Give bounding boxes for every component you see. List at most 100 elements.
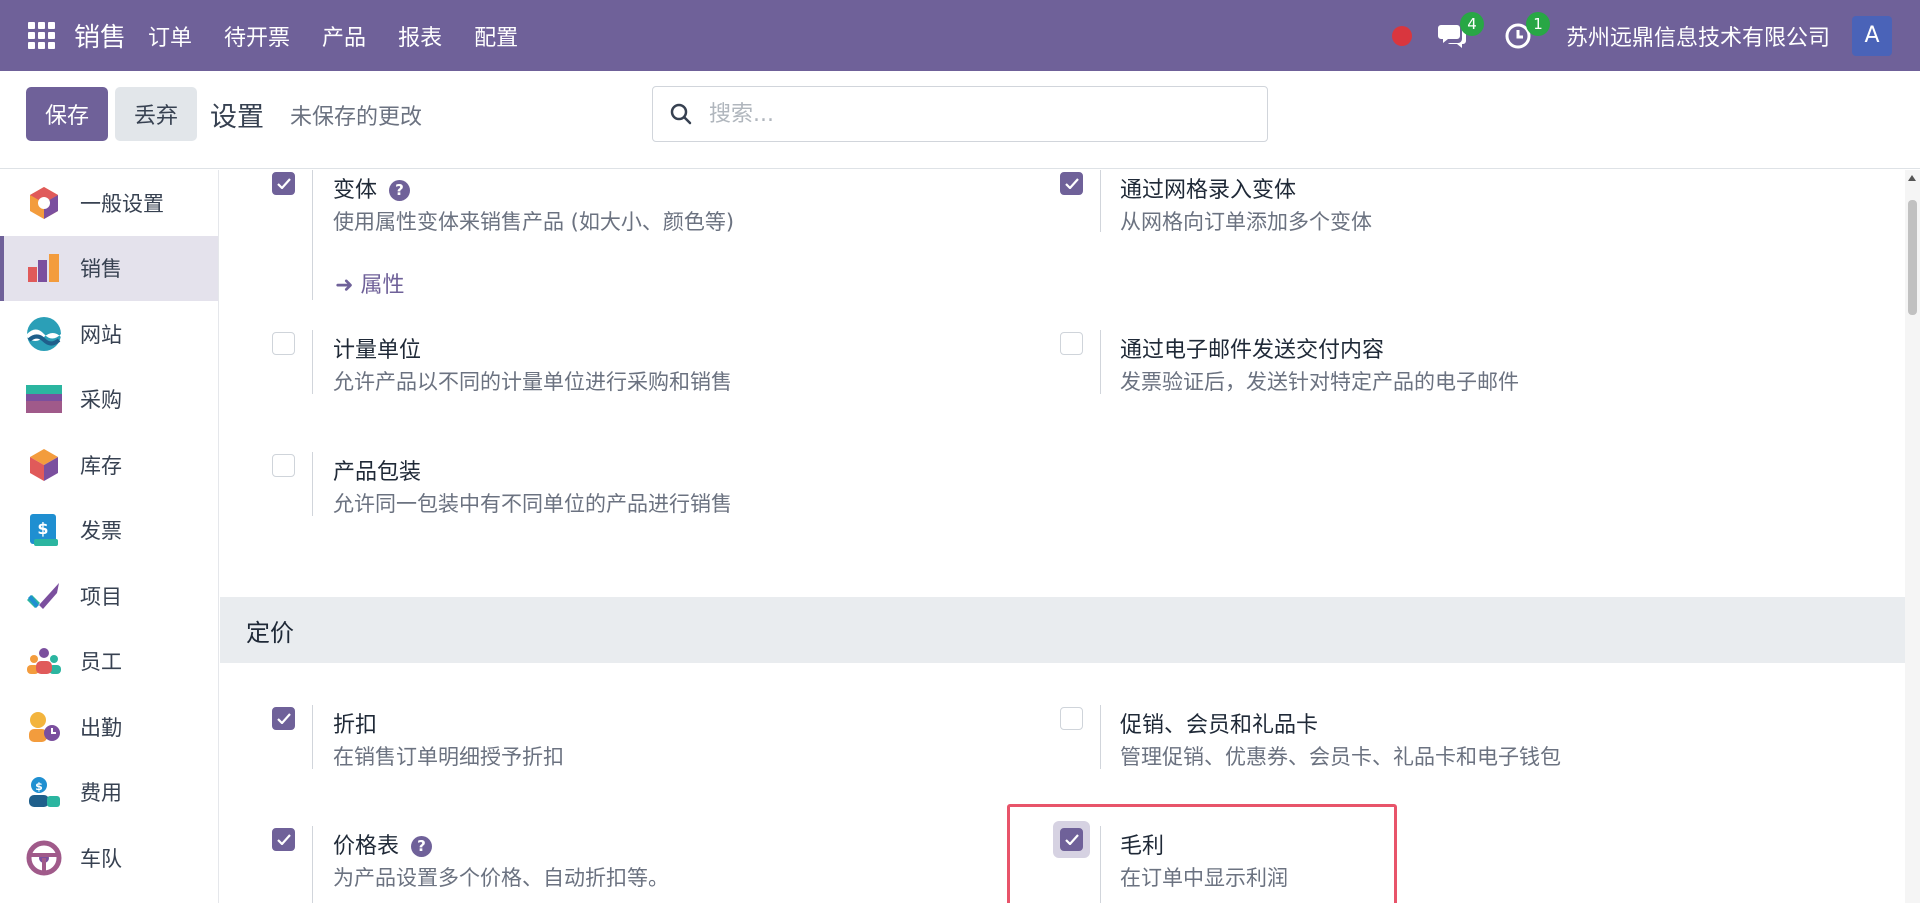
grid-variants-desc: 从网格向订单添加多个变体 — [1120, 210, 1372, 234]
search-icon — [670, 103, 692, 125]
fleet-icon — [26, 840, 62, 876]
sidebar-item-label: 出勤 — [80, 715, 122, 740]
sidebar-item-inventory[interactable]: 库存 — [0, 432, 218, 498]
expenses-icon: $ — [26, 774, 62, 810]
nav-configuration[interactable]: 配置 — [474, 20, 518, 52]
attendance-icon — [26, 709, 62, 745]
scroll-up-arrow-icon[interactable] — [1908, 175, 1916, 181]
packaging-desc: 允许同一包装中有不同单位的产品进行销售 — [333, 492, 732, 516]
variants-desc: 使用属性变体来销售产品 (如大小、颜色等) — [333, 210, 735, 234]
sidebar-item-label: 员工 — [80, 650, 122, 675]
messages-button[interactable]: 4 — [1434, 11, 1484, 54]
nav-products[interactable]: 产品 — [322, 20, 366, 52]
svg-text:$: $ — [35, 780, 43, 793]
uom-checkbox[interactable] — [272, 332, 295, 355]
invoice-icon: $ — [26, 512, 62, 548]
margins-desc: 在订单中显示利润 — [1120, 866, 1288, 890]
setting-divider — [312, 705, 313, 769]
sidebar-item-attendance[interactable]: 出勤 — [0, 694, 218, 760]
setting-divider — [312, 826, 313, 903]
arrow-right-icon: ➜ — [335, 273, 361, 298]
company-switcher[interactable]: 苏州远鼎信息技术有限公司 — [1566, 20, 1830, 52]
activities-button[interactable]: 1 — [1500, 11, 1550, 54]
discounts-checkbox[interactable] — [272, 707, 295, 730]
page-title: 设置 — [210, 102, 264, 133]
sidebar-item-sales[interactable]: 销售 — [0, 235, 218, 301]
unsaved-status: 未保存的更改 — [290, 105, 423, 130]
activities-badge: 1 — [1525, 11, 1550, 36]
sidebar-item-label: 一般设置 — [80, 191, 164, 216]
sales-icon — [26, 250, 62, 286]
help-icon[interactable]: ? — [389, 179, 411, 201]
packaging-title: 产品包装 — [333, 460, 422, 485]
control-panel: 保存 丢弃 设置 未保存的更改 — [0, 71, 1920, 169]
top-navbar: 销售 订单 待开票 产品 报表 配置 4 1 苏州远鼎信息技术有限公司 A — [0, 0, 1920, 71]
inventory-icon — [26, 447, 62, 483]
setting-divider — [1100, 170, 1101, 232]
promotions-desc: 管理促销、优惠券、会员卡、礼品卡和电子钱包 — [1120, 745, 1561, 769]
check-icon — [276, 713, 291, 724]
record-indicator-icon[interactable] — [1391, 25, 1412, 46]
margins-title: 毛利 — [1120, 834, 1165, 859]
sidebar-item-website[interactable]: 网站 — [0, 301, 218, 367]
nav-reporting[interactable]: 报表 — [398, 20, 442, 52]
sidebar-item-expenses[interactable]: $ 费用 — [0, 760, 218, 826]
sidebar-item-label: 发票 — [80, 519, 122, 544]
grid-variants-checkbox[interactable] — [1060, 172, 1083, 195]
search-box[interactable] — [652, 86, 1268, 142]
app-brand[interactable]: 销售 — [74, 17, 126, 54]
sidebar-item-label: 采购 — [80, 388, 122, 413]
nav-orders[interactable]: 订单 — [148, 20, 192, 52]
pricelists-checkbox[interactable] — [272, 828, 295, 851]
setting-divider — [312, 452, 313, 516]
scrollbar-thumb[interactable] — [1908, 200, 1917, 315]
sidebar-item-invoicing[interactable]: $ 发票 — [0, 498, 218, 564]
discounts-title: 折扣 — [333, 713, 378, 738]
website-icon — [26, 316, 62, 352]
app-menu-icon[interactable] — [28, 21, 56, 50]
setting-divider — [1100, 330, 1101, 394]
check-icon — [1064, 834, 1079, 845]
save-button[interactable]: 保存 — [26, 87, 108, 141]
sidebar-item-label: 费用 — [80, 781, 122, 806]
sidebar-item-general-settings[interactable]: 一般设置 — [0, 170, 218, 236]
promotions-title: 促销、会员和礼品卡 — [1120, 713, 1319, 738]
packaging-checkbox[interactable] — [272, 454, 295, 477]
sidebar-item-purchase[interactable]: 采购 — [0, 367, 218, 433]
employees-icon — [26, 643, 62, 679]
setting-divider — [312, 170, 313, 300]
setting-divider — [312, 330, 313, 394]
email-delivery-checkbox[interactable] — [1060, 332, 1083, 355]
sidebar-item-label: 库存 — [80, 453, 122, 478]
uom-title: 计量单位 — [333, 338, 422, 363]
email-delivery-desc: 发票验证后，发送针对特定产品的电子邮件 — [1120, 370, 1519, 394]
promotions-checkbox[interactable] — [1060, 707, 1083, 730]
margins-checkbox[interactable] — [1060, 828, 1083, 851]
check-icon — [276, 178, 291, 189]
uom-desc: 允许产品以不同的计量单位进行采购和销售 — [333, 370, 732, 394]
project-icon — [26, 578, 62, 614]
attributes-link[interactable]: ➜ 属性 — [335, 267, 404, 299]
settings-sidebar: 一般设置 销售 网站 采购 库存 $ 发票 项目 员工 出勤 $ 费用 车队 — [0, 170, 219, 903]
search-input[interactable] — [709, 101, 1229, 127]
sidebar-item-label: 销售 — [80, 257, 122, 282]
user-avatar[interactable]: A — [1852, 15, 1892, 56]
pricing-section-header: 定价 — [220, 597, 1905, 663]
sidebar-item-project[interactable]: 项目 — [0, 563, 218, 629]
pricelists-desc: 为产品设置多个价格、自动折扣等。 — [333, 866, 669, 890]
general-settings-icon — [26, 185, 62, 221]
setting-divider — [1100, 826, 1101, 903]
sidebar-item-employees[interactable]: 员工 — [0, 629, 218, 695]
sidebar-item-fleet[interactable]: 车队 — [0, 825, 218, 891]
pricelists-title: 价格表? — [333, 828, 433, 860]
help-icon[interactable]: ? — [411, 835, 433, 857]
svg-text:$: $ — [37, 519, 48, 538]
nav-to-invoice[interactable]: 待开票 — [224, 20, 290, 52]
sidebar-item-label: 车队 — [80, 846, 122, 871]
variants-checkbox[interactable] — [272, 172, 295, 195]
content-scrollbar[interactable] — [1905, 170, 1920, 903]
variants-title: 变体? — [333, 172, 411, 204]
check-icon — [1064, 178, 1079, 189]
discard-button[interactable]: 丢弃 — [115, 87, 197, 141]
setting-divider — [1100, 705, 1101, 769]
